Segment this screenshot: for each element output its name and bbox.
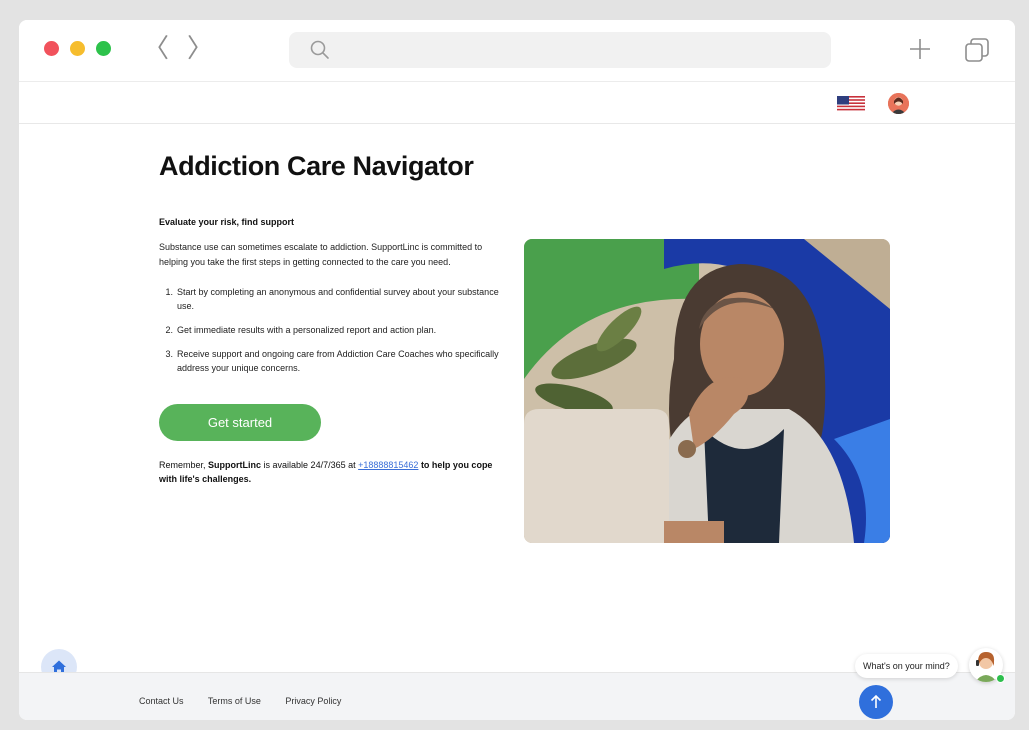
scroll-to-top-button[interactable] xyxy=(859,685,893,719)
list-item: 2. Get immediate results with a personal… xyxy=(159,323,511,337)
minimize-window-button[interactable] xyxy=(70,41,85,56)
us-flag-icon[interactable] xyxy=(837,96,865,112)
search-icon xyxy=(310,40,329,59)
back-button[interactable]: 〈 xyxy=(143,36,169,62)
reminder-text: Remember, SupportLinc is available 24/7/… xyxy=(159,458,509,486)
step-text: Start by completing an anonymous and con… xyxy=(177,287,499,311)
list-item: 1. Start by completing an anonymous and … xyxy=(159,285,511,313)
list-item: 3. Receive support and ongoing care from… xyxy=(159,347,511,375)
reminder-prefix: Remember, xyxy=(159,460,209,470)
chat-prompt[interactable]: What's on your mind? xyxy=(855,654,958,678)
app-header xyxy=(19,82,1015,124)
profile-avatar-icon xyxy=(888,93,909,114)
step-number: 1. xyxy=(165,287,173,297)
step-number: 2. xyxy=(165,325,173,335)
plus-icon[interactable] xyxy=(907,36,933,62)
online-status-badge xyxy=(996,674,1005,683)
woman-at-laptop-illustration xyxy=(524,239,890,543)
hero-image xyxy=(524,239,890,543)
close-window-button[interactable] xyxy=(44,41,59,56)
step-text: Get immediate results with a personalize… xyxy=(177,325,437,335)
footer-links: Contact Us Terms of Use Privacy Policy xyxy=(139,696,363,706)
tabs-icon[interactable] xyxy=(963,36,991,64)
terms-of-use-link[interactable]: Terms of Use xyxy=(208,696,261,706)
steps-list: 1. Start by completing an anonymous and … xyxy=(159,285,511,385)
reminder-middle: is available 24/7/365 at xyxy=(261,460,359,470)
contact-us-link[interactable]: Contact Us xyxy=(139,696,184,706)
browser-toolbar: 〈 〉 xyxy=(19,20,1015,82)
brand-name: SupportLinc xyxy=(208,460,262,470)
step-text: Receive support and ongoing care from Ad… xyxy=(177,349,499,373)
privacy-policy-link[interactable]: Privacy Policy xyxy=(285,696,341,706)
intro-paragraph: Substance use can sometimes escalate to … xyxy=(159,242,483,267)
step-number: 3. xyxy=(165,349,173,359)
address-bar[interactable] xyxy=(289,32,831,68)
arrow-up-icon xyxy=(870,694,882,708)
phone-link[interactable]: +18888815462 xyxy=(358,460,418,470)
page-title: Addiction Care Navigator xyxy=(159,151,474,181)
get-started-button[interactable]: Get started xyxy=(159,404,321,441)
maximize-window-button[interactable] xyxy=(96,41,111,56)
avatar[interactable] xyxy=(888,93,909,114)
browser-window: 〈 〉 Addiction Care Navigator Evaluate yo… xyxy=(19,20,1015,720)
forward-button[interactable]: 〉 xyxy=(187,36,213,62)
section-subtitle: Evaluate your risk, find support xyxy=(159,217,295,227)
